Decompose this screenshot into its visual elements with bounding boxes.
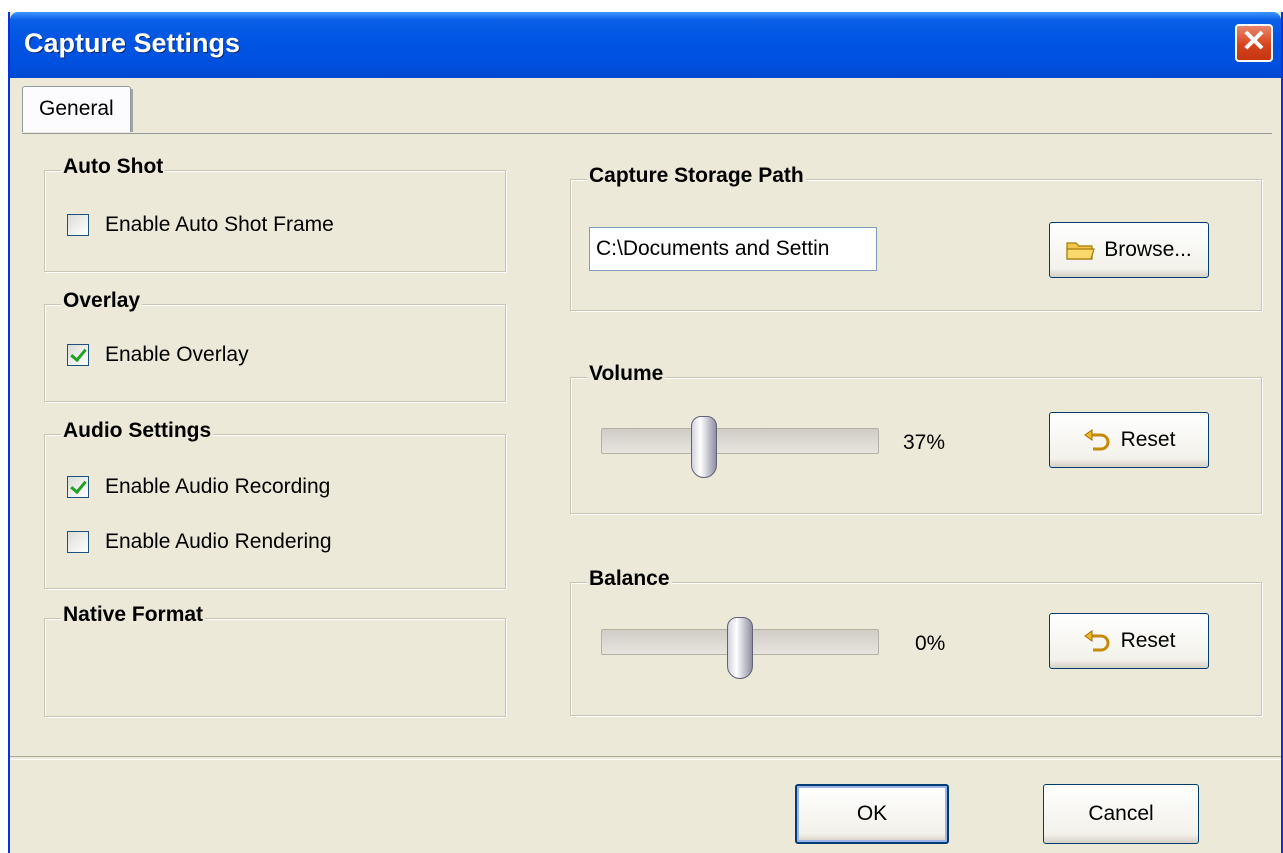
enable-auto-shot-frame-checkbox[interactable] <box>67 214 89 236</box>
auto-shot-title: Auto Shot <box>61 155 166 179</box>
ok-button[interactable]: OK <box>795 784 949 844</box>
volume-value: 37% <box>903 431 946 454</box>
tab-strip: General <box>10 78 1281 134</box>
native-format-title: Native Format <box>61 603 206 627</box>
tab-general[interactable]: General <box>22 86 133 132</box>
balance-title: Balance <box>587 567 672 591</box>
title-bar[interactable]: Capture Settings ✕ <box>10 12 1281 78</box>
close-button[interactable]: ✕ <box>1235 24 1273 62</box>
enable-audio-recording-label: Enable Audio Recording <box>105 475 331 498</box>
enable-overlay-option[interactable]: Enable Overlay <box>67 341 249 369</box>
enable-audio-rendering-option[interactable]: Enable Audio Rendering <box>67 528 332 556</box>
window-title: Capture Settings <box>24 28 241 58</box>
overlay-group: Overlay Enable Overlay <box>44 289 506 402</box>
volume-group: Volume 37% Reset <box>570 362 1262 514</box>
balance-group: Balance 0% Reset <box>570 567 1262 716</box>
cancel-button[interactable]: Cancel <box>1043 784 1199 844</box>
browse-button[interactable]: Browse... <box>1049 222 1209 278</box>
enable-audio-rendering-label: Enable Audio Rendering <box>105 530 332 553</box>
balance-slider[interactable] <box>601 617 879 679</box>
enable-auto-shot-frame-option[interactable]: Enable Auto Shot Frame <box>67 211 334 239</box>
balance-reset-button[interactable]: Reset <box>1049 613 1209 669</box>
reset-icon <box>1083 429 1110 451</box>
enable-audio-recording-checkbox[interactable] <box>67 476 89 498</box>
enable-overlay-checkbox[interactable] <box>67 344 89 366</box>
audio-settings-title: Audio Settings <box>61 419 214 443</box>
balance-value: 0% <box>915 632 946 655</box>
enable-audio-recording-option[interactable]: Enable Audio Recording <box>67 473 330 501</box>
native-format-group: Native Format <box>44 603 506 717</box>
footer-separator <box>10 756 1281 760</box>
reset-icon <box>1083 630 1110 652</box>
capture-storage-path-title: Capture Storage Path <box>587 164 806 188</box>
balance-slider-thumb[interactable] <box>727 617 753 679</box>
browse-label: Browse... <box>1104 238 1192 261</box>
volume-slider[interactable] <box>601 416 879 478</box>
capture-storage-path-group: Capture Storage Path Browse... <box>570 164 1262 311</box>
storage-path-input[interactable] <box>589 227 877 271</box>
audio-settings-group: Audio Settings Enable Audio Recording En… <box>44 419 506 589</box>
folder-icon <box>1066 242 1096 260</box>
volume-reset-button[interactable]: Reset <box>1049 412 1209 468</box>
volume-reset-label: Reset <box>1120 428 1176 451</box>
capture-settings-dialog: Capture Settings ✕ General Auto Shot Ena… <box>8 12 1283 853</box>
volume-title: Volume <box>587 362 666 386</box>
enable-auto-shot-frame-label: Enable Auto Shot Frame <box>105 213 334 236</box>
volume-slider-thumb[interactable] <box>691 416 718 478</box>
auto-shot-group: Auto Shot Enable Auto Shot Frame <box>44 155 506 272</box>
enable-audio-rendering-checkbox[interactable] <box>67 531 89 553</box>
balance-reset-label: Reset <box>1120 629 1176 652</box>
overlay-title: Overlay <box>61 289 143 313</box>
enable-overlay-label: Enable Overlay <box>105 343 249 366</box>
general-tab-panel: Auto Shot Enable Auto Shot Frame Overlay… <box>22 133 1272 751</box>
